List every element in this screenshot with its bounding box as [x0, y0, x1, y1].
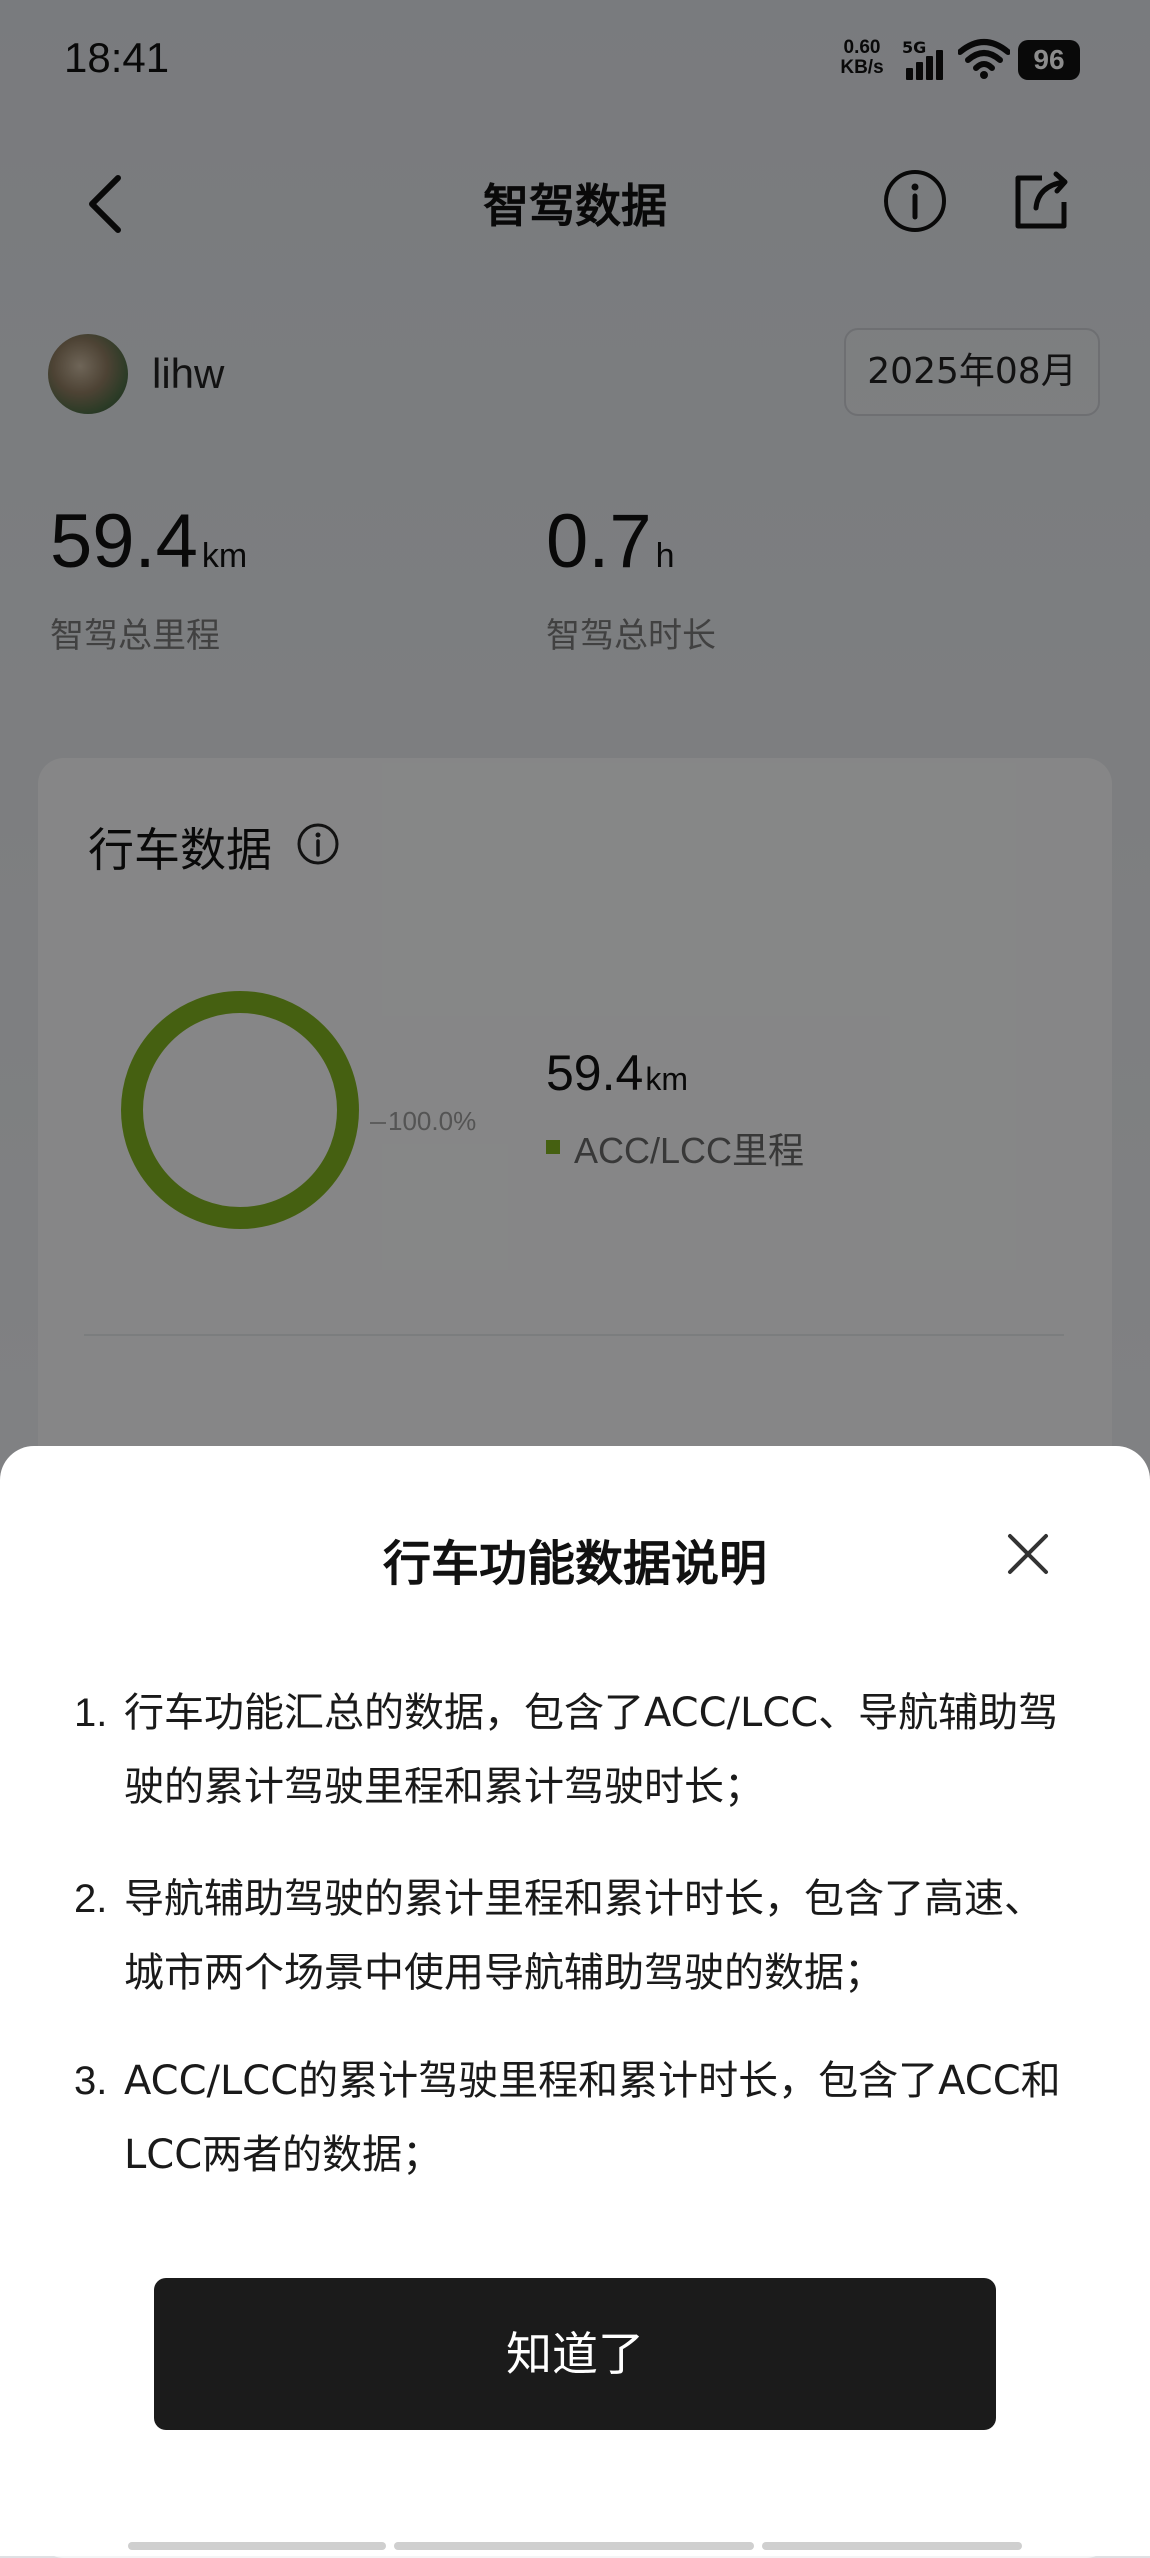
- home-indicator-segment: [762, 2542, 1022, 2550]
- item-text: ACC/LCC的累计驾驶里程和累计时长，包含了ACC和LCC两者的数据；: [124, 2058, 1061, 2178]
- explanation-item-3: 3. ACC/LCC的累计驾驶里程和累计时长，包含了ACC和LCC两者的数据；: [74, 2044, 1064, 2192]
- close-icon[interactable]: [1006, 1532, 1050, 1576]
- home-indicator-segment: [394, 2542, 754, 2550]
- explanation-item-1: 1. 行车功能汇总的数据，包含了ACC/LCC、导航辅助驾驶的累计驾驶里程和累计…: [74, 1676, 1064, 1824]
- item-number: 2.: [74, 1877, 108, 1921]
- sheet-title: 行车功能数据说明: [382, 1536, 767, 1592]
- item-text: 导航辅助驾驶的累计里程和累计时长，包含了高速、城市两个场景中使用导航辅助驾驶的数…: [124, 1876, 1044, 1996]
- item-number: 1.: [74, 1691, 108, 1735]
- item-number: 3.: [74, 2059, 108, 2103]
- item-text: 行车功能汇总的数据，包含了ACC/LCC、导航辅助驾驶的累计驾驶里程和累计驾驶时…: [124, 1690, 1059, 1810]
- confirm-button[interactable]: 知道了: [154, 2278, 996, 2430]
- explanation-item-2: 2. 导航辅助驾驶的累计里程和累计时长，包含了高速、城市两个场景中使用导航辅助驾…: [74, 1862, 1064, 2010]
- home-indicator-segment: [128, 2542, 386, 2550]
